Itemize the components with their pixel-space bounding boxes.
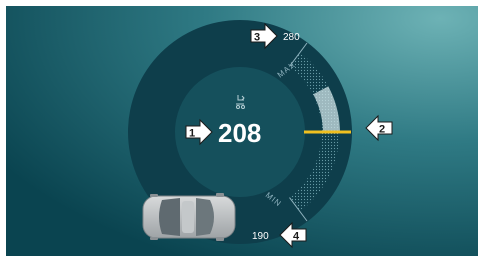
callout-number-1: 1 — [189, 128, 195, 140]
callout-number-4: 4 — [293, 231, 300, 243]
callout-number-3: 3 — [254, 32, 260, 44]
car-top-view-icon — [142, 193, 236, 241]
callout-number-2: 2 — [379, 124, 385, 136]
min-value: 190 — [252, 231, 269, 242]
max-value: 280 — [283, 32, 300, 43]
ride-height-screen: MAX MIN 280 190 208 1 2 3 4 — [6, 6, 478, 256]
current-value: 208 — [218, 118, 261, 148]
